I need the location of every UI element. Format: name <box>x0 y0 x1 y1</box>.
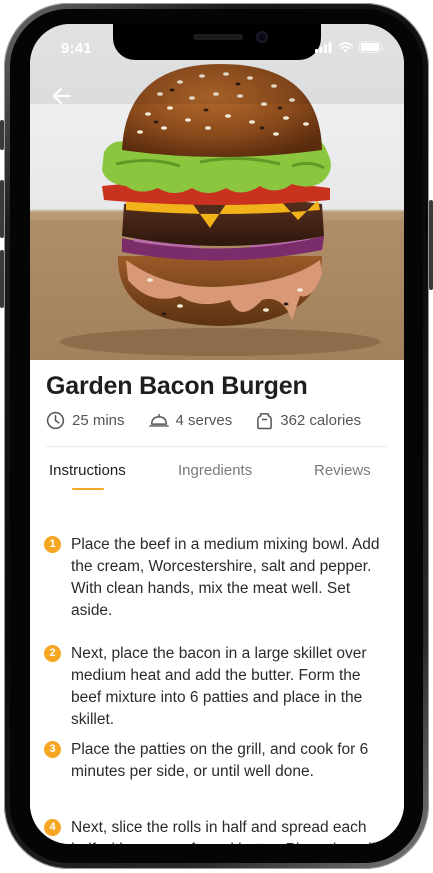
meta-time-label: 25 mins <box>72 412 125 429</box>
active-tab-indicator <box>72 488 104 490</box>
tab-instructions[interactable]: Instructions <box>49 462 126 479</box>
meta-serves-label: 4 serves <box>175 412 233 429</box>
volume-up-button <box>0 180 4 238</box>
signal-icon <box>315 41 332 53</box>
status-time: 9:41 <box>61 40 92 57</box>
meta-divider <box>46 446 388 447</box>
meta-time: 25 mins <box>46 411 125 430</box>
phone-notch <box>113 24 321 60</box>
step-number-badge: 4 <box>44 819 61 836</box>
step-text: Next, slice the rolls in half and spread… <box>71 819 383 844</box>
calorie-jar-icon <box>257 413 273 430</box>
back-arrow-icon <box>53 88 71 104</box>
recipe-title: Garden Bacon Burgen <box>46 372 308 400</box>
step-text: Place the beef in a medium mixing bowl. … <box>71 536 380 619</box>
clock-icon <box>46 411 65 430</box>
back-button[interactable] <box>48 82 76 110</box>
earpiece-speaker <box>193 34 243 40</box>
meta-calories: 362 calories <box>256 411 361 430</box>
front-camera <box>256 31 268 43</box>
burger-photo <box>30 24 404 360</box>
recipe-details: Garden Bacon Burgen 25 mins 4 serves 362… <box>30 360 404 844</box>
step-number-badge: 2 <box>44 645 61 662</box>
meta-calories-label: 362 calories <box>280 412 362 429</box>
meta-serves: 4 serves <box>148 411 233 430</box>
step-text: Next, place the bacon in a large skillet… <box>71 645 367 728</box>
step-number-badge: 3 <box>44 741 61 758</box>
status-icons <box>315 41 384 53</box>
mute-switch <box>0 120 4 150</box>
recipe-hero-image: 9:41 <box>30 24 404 360</box>
battery-icon <box>359 41 384 53</box>
serving-cloche-icon <box>148 413 169 427</box>
step-text: Place the patties on the grill, and cook… <box>71 741 369 780</box>
wifi-icon <box>338 41 353 52</box>
power-button <box>429 200 433 290</box>
step-number-badge: 1 <box>44 536 61 553</box>
recipe-tabs: Instructions Ingredients Reviews <box>30 462 404 492</box>
volume-down-button <box>0 250 4 308</box>
recipe-meta: 25 mins 4 serves 362 calories <box>46 411 385 430</box>
tab-ingredients[interactable]: Ingredients <box>178 462 252 479</box>
app-screen: 9:41 Garden Bacon Burgen 25 mins 4 serve… <box>30 24 404 844</box>
tab-reviews[interactable]: Reviews <box>314 462 371 479</box>
